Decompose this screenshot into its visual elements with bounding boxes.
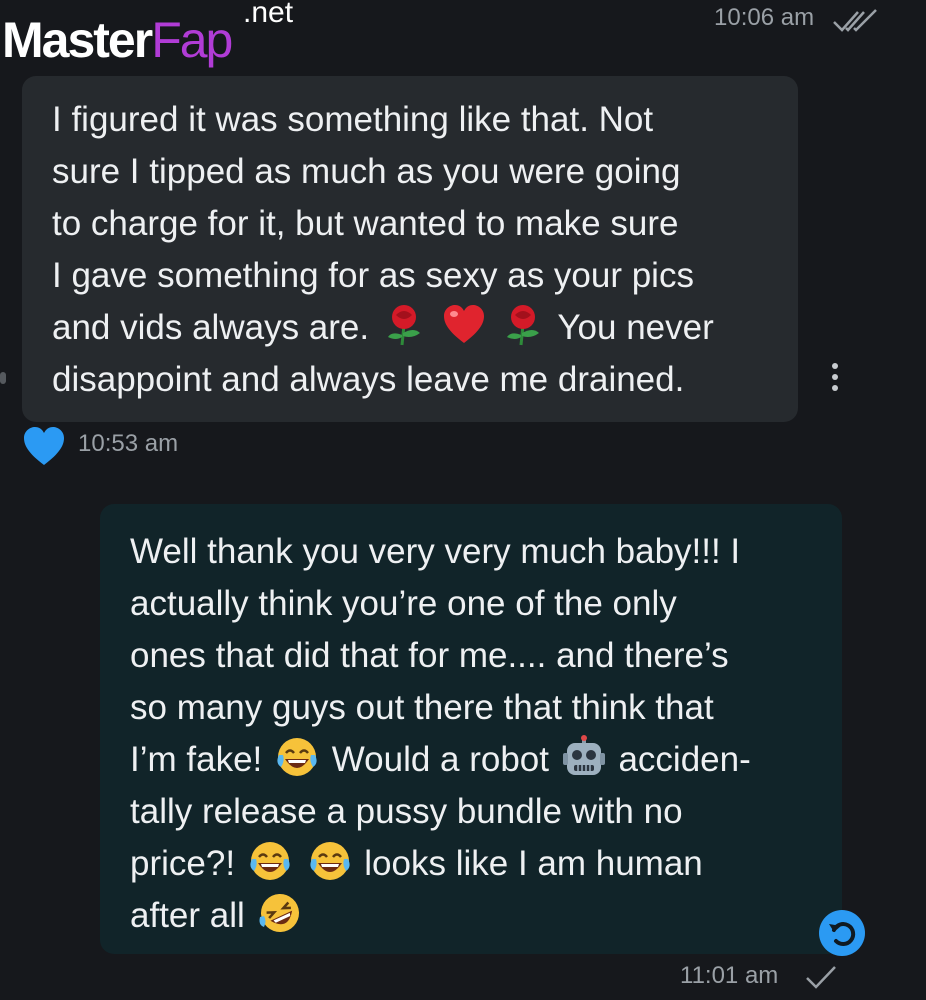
red-heart-emoji: [443, 305, 484, 343]
double-check-icon: [833, 9, 877, 32]
message-line: and vids always are. You never: [52, 302, 778, 354]
watermark-logo: MasterFap .net: [0, 0, 310, 80]
message-text: You never: [557, 308, 714, 347]
robot-emoji: [562, 735, 605, 775]
rose-emoji: [387, 305, 420, 346]
message-text: after all: [130, 896, 245, 935]
message-line: I figured it was something like that. No…: [52, 100, 654, 139]
message-text: price?!: [130, 844, 236, 883]
outgoing-message-bubble[interactable]: Well thank you very very much baby!!! I …: [100, 504, 842, 954]
message-line: tally release a pussy bundle with no: [130, 792, 683, 831]
message-line: so many guys out there that think that: [130, 688, 714, 727]
message-line: I’m fake! Would a robot acciden-: [130, 734, 822, 786]
check-icon: [806, 966, 836, 989]
message-text: and vids always are.: [52, 308, 370, 347]
laughing-tears-emoji: [250, 842, 290, 880]
outgoing-message-timestamp: 11:01 am: [680, 962, 779, 989]
previous-message-timestamp: 10:06 am: [714, 4, 815, 31]
rolling-laughing-emoji: [259, 894, 299, 932]
message-text: looks like I am human: [364, 844, 703, 883]
message-line: to charge for it, but wanted to make sur…: [52, 204, 679, 243]
watermark-text: MasterFap: [2, 10, 233, 70]
laughing-tears-emoji: [277, 738, 317, 776]
message-text: I’m fake!: [130, 740, 263, 779]
blue-heart-icon[interactable]: [22, 425, 66, 467]
message-line: sure I tipped as much as you were going: [52, 152, 681, 191]
undo-icon[interactable]: [818, 909, 866, 957]
message-line: actually think you’re one of the only: [130, 584, 677, 623]
message-line: Well thank you very very much baby!!! I: [130, 532, 741, 571]
watermark-suffix: .net: [243, 0, 294, 29]
laughing-tears-emoji: [309, 842, 350, 880]
edge-marker: [0, 372, 6, 384]
message-line: after all: [130, 890, 822, 942]
message-line: disappoint and always leave me drained.: [52, 360, 685, 399]
incoming-message-bubble[interactable]: I figured it was something like that. No…: [22, 76, 798, 422]
message-line: ones that did that for me.... and there’…: [130, 636, 729, 675]
message-line: price?! looks like I am human: [130, 838, 822, 890]
more-vertical-icon[interactable]: [829, 362, 841, 392]
message-text: acciden-: [618, 740, 751, 779]
watermark-fap: Fap: [151, 12, 233, 68]
watermark-master: Master: [2, 12, 153, 68]
message-line: I gave something for as sexy as your pic…: [52, 256, 694, 295]
message-text: Would a robot: [331, 740, 549, 779]
rose-emoji: [507, 305, 540, 346]
incoming-message-timestamp: 10:53 am: [78, 430, 179, 457]
